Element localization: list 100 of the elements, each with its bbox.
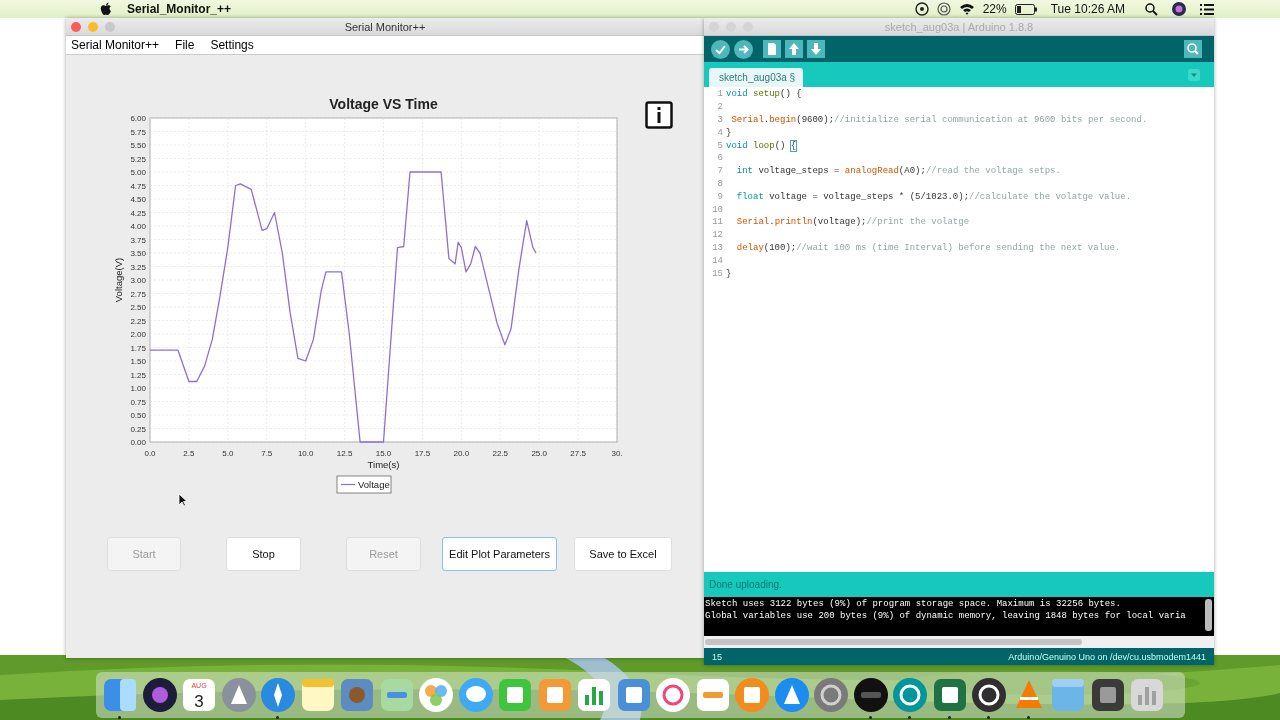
status-icon[interactable]: [936, 2, 951, 16]
tick-label: 1.50: [130, 357, 146, 366]
window-title: Serial Monitor++: [344, 20, 426, 33]
app-icon[interactable]: [141, 677, 178, 713]
line-number: 14: [711, 255, 724, 266]
line-number: 13: [711, 242, 724, 253]
tick-label: 4.25: [130, 208, 146, 218]
code-line: }: [726, 268, 732, 279]
code-line: int voltage_steps = analogRead(A0);//read the voltage setps.: [735, 166, 1061, 177]
action-button[interactable]: Save to Excel: [574, 537, 672, 571]
code-line: Serial.begin(9600);//initialize serial communication at 9600 bits per second.: [730, 115, 1148, 125]
tick-label: 0.50: [130, 411, 146, 420]
tick-label: 5.50: [130, 141, 146, 150]
tick-label: 3.00: [130, 276, 146, 285]
tick-label: 3.25: [130, 262, 146, 272]
line-number: 8: [716, 178, 724, 189]
tick-label: 0.0: [144, 449, 156, 458]
line-number: 2: [716, 102, 724, 113]
menu-icon[interactable]: [1200, 3, 1214, 15]
tick-label: 3.50: [130, 249, 146, 258]
action-button[interactable]: Stop: [226, 537, 301, 571]
tick-label: 30.: [611, 449, 623, 458]
upload-button[interactable]: [734, 39, 753, 59]
tick-label: 5.00: [130, 168, 146, 177]
console-line: Sketch uses 3122 bytes (9%) of program storage space. Maximum is 32256 bytes.: [704, 598, 1122, 610]
tick-label: 22.5: [492, 449, 509, 458]
line-number: 15: [711, 268, 724, 279]
tick-label: 15.0: [375, 449, 392, 458]
battery-icon[interactable]: [1014, 3, 1037, 15]
board-info: Arduino/Genuino Uno on /dev/cu.usbmodem1441: [1008, 651, 1206, 662]
tick-label: 4.75: [130, 181, 146, 191]
siri-icon[interactable]: [1172, 2, 1186, 16]
line-number: 3: [716, 115, 724, 125]
file-tab[interactable]: sketch_aug03a §: [709, 68, 804, 87]
code-line: Serial.println(voltage);//print the volatge: [735, 217, 970, 228]
axis-title: Time(s): [367, 459, 400, 470]
tick-label: 2.50: [130, 303, 146, 312]
menu-item[interactable]: Serial Monitor++: [71, 38, 160, 52]
line-number: 9: [716, 191, 724, 202]
apple-icon[interactable]: [100, 2, 112, 16]
status-icon[interactable]: [914, 2, 929, 16]
legend: Voltage: [336, 475, 392, 494]
tick-label: 2.00: [130, 330, 146, 339]
menu-item[interactable]: File: [175, 38, 195, 52]
line-number: 4: [716, 127, 724, 138]
tick-label: 1.75: [130, 343, 146, 353]
chart-title: Voltage VS Time: [329, 96, 438, 112]
line-number: 11: [711, 217, 724, 228]
tick-label: 3.75: [130, 235, 146, 245]
new-file-button[interactable]: [763, 40, 781, 58]
open-button[interactable]: [785, 40, 803, 58]
tick-label: 12.5: [336, 449, 353, 458]
tick-label: 0.75: [130, 397, 146, 407]
line-number: 5: [716, 140, 724, 151]
save-button[interactable]: [807, 40, 825, 58]
tick-label: 20.0: [453, 449, 470, 458]
app-icon[interactable]: [931, 677, 968, 713]
line-number: 10: [711, 204, 724, 215]
scrollbar[interactable]: [1205, 599, 1212, 631]
app-icon[interactable]: [971, 677, 1007, 713]
legend-label: Voltage: [358, 479, 390, 490]
wifi-icon[interactable]: [958, 3, 975, 15]
info-icon[interactable]: [645, 101, 673, 129]
tick-label: 5.0: [222, 449, 234, 458]
battery-percent[interactable]: 22%: [982, 2, 1007, 16]
tick-label: 7.5: [261, 449, 273, 458]
code-line: float voltage = voltage_steps * (5/1023.0);//calculate the volatge value.: [735, 191, 1132, 202]
scrollbar[interactable]: [705, 639, 1082, 645]
app-icon[interactable]: [1089, 677, 1126, 713]
tick-label: 25.0: [531, 449, 547, 458]
search-icon[interactable]: [1145, 2, 1158, 16]
line-number: 1: [716, 89, 724, 100]
menu-item[interactable]: Settings: [210, 38, 254, 52]
cursor-icon: [178, 493, 188, 507]
menu-clock[interactable]: Tue 10:26 AM: [1050, 2, 1125, 16]
axis-title: Voltage(V): [113, 257, 124, 303]
line-indicator: 15: [712, 651, 722, 662]
tick-label: 6.00: [130, 114, 146, 123]
line-number: 6: [716, 153, 724, 164]
tick-label: 2.5: [183, 449, 195, 458]
tick-label: 1.00: [130, 384, 146, 393]
tick-label: 0.25: [130, 424, 146, 434]
line-number: 7: [716, 166, 724, 177]
console-line: Global variables use 200 bytes (9%) of dynamic memory, leaving 1848 bytes for local varia: [704, 610, 1187, 622]
code-line: delay(100);//wait 100 ms (time Interval) before sending the next value.: [735, 242, 1121, 253]
tick-label: 4.00: [130, 222, 146, 231]
search-button[interactable]: [1184, 40, 1202, 58]
app-name[interactable]: Serial_Monitor_++: [127, 2, 232, 16]
app-icon[interactable]: [852, 677, 889, 713]
tick-label: 5.25: [130, 154, 146, 164]
tick-label: 1.25: [130, 370, 146, 380]
tick-label: 0.00: [130, 438, 146, 447]
tick-label: 2.25: [130, 316, 146, 326]
code-line: void loop() {: [726, 140, 797, 151]
close-button[interactable]: [71, 21, 81, 32]
action-button[interactable]: Edit Plot Parameters: [442, 537, 557, 571]
tick-label: 4.50: [130, 195, 146, 204]
status-message: Done uploading.: [709, 579, 782, 590]
verify-button[interactable]: [711, 39, 730, 59]
dropdown-icon[interactable]: [1188, 68, 1200, 81]
